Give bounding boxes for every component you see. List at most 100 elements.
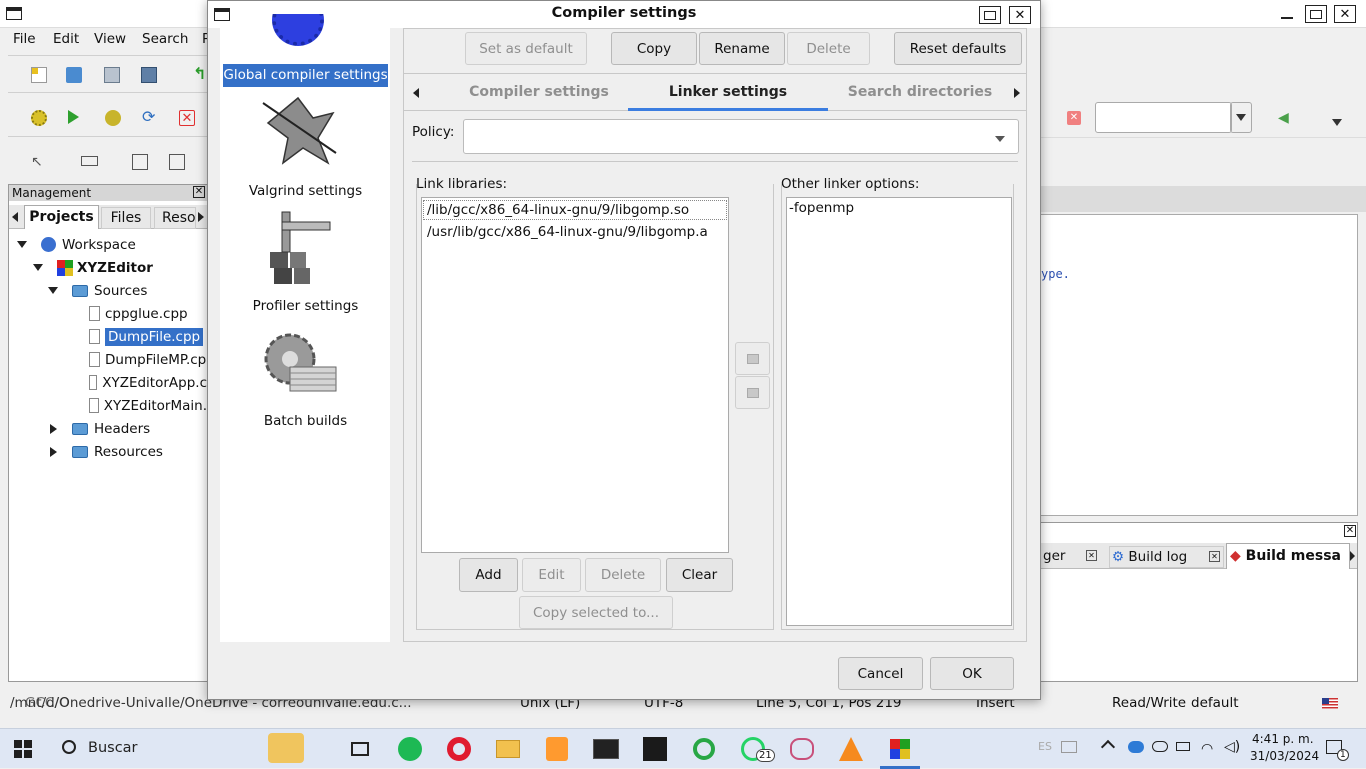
battery-icon[interactable] <box>1176 742 1190 751</box>
clock-time[interactable]: 4:41 p. m. <box>1252 732 1314 746</box>
build-gear-icon[interactable] <box>31 110 47 126</box>
whatsapp-icon[interactable]: 21 <box>737 733 775 765</box>
terminal-icon[interactable] <box>590 733 622 765</box>
tab-build-messages[interactable]: ◆ Build messa <box>1226 543 1350 569</box>
volume-icon[interactable]: ◁) <box>1224 739 1240 755</box>
menu-view[interactable]: View <box>94 31 126 47</box>
ok-button[interactable]: OK <box>930 657 1014 690</box>
minimize-icon[interactable] <box>1276 5 1298 23</box>
tree-sources[interactable]: Sources <box>48 280 147 301</box>
cloud-icon[interactable] <box>1152 741 1168 752</box>
tab-scroll-left-icon[interactable] <box>12 212 18 222</box>
cancel-button[interactable]: Cancel <box>838 657 923 690</box>
tab-linker-settings[interactable]: Linker settings <box>628 84 828 100</box>
tab-close-icon[interactable]: ✕ <box>1086 550 1097 561</box>
abort-icon[interactable]: ✕ <box>1067 111 1081 125</box>
logs-close-icon[interactable]: ✕ <box>1344 525 1356 537</box>
tree-headers[interactable]: Headers <box>50 418 150 439</box>
panel-close-icon[interactable]: ✕ <box>193 186 205 198</box>
sidebar-item-global-compiler[interactable]: Global compiler settings <box>223 64 388 87</box>
close-icon[interactable]: ✕ <box>1334 5 1356 23</box>
tree-file[interactable]: DumpFileMP.cp <box>89 349 207 370</box>
tab-build-log[interactable]: ⚙ Build log ✕ <box>1109 546 1224 568</box>
file-explorer-icon[interactable] <box>492 733 524 765</box>
tab-scroll-right-icon[interactable] <box>198 212 204 222</box>
tree-project[interactable]: XYZEditor <box>33 257 153 278</box>
tab-resources[interactable]: Reso <box>154 207 196 229</box>
copy-button[interactable]: Copy <box>611 32 697 65</box>
set-as-default-button[interactable]: Set as default <box>465 32 587 65</box>
tab-files[interactable]: Files <box>101 207 151 229</box>
vlc-icon[interactable] <box>835 733 867 765</box>
wifi-icon[interactable]: ◠ <box>1201 741 1213 757</box>
edit-library-button[interactable]: Edit <box>522 558 581 592</box>
more-dropdown-icon[interactable] <box>1332 115 1342 130</box>
open-icon[interactable] <box>66 67 82 83</box>
abort-icon[interactable]: ✕ <box>179 110 195 126</box>
delete-button[interactable]: Delete <box>787 32 870 65</box>
new-file-icon[interactable] <box>31 67 47 83</box>
pointer-icon[interactable]: ↖ <box>31 154 47 170</box>
tab-scroll-left-icon[interactable] <box>413 88 419 98</box>
list-item[interactable]: /usr/lib/gcc/x86_64-linux-gnu/9/libgomp.… <box>423 223 727 243</box>
build-run-icon[interactable] <box>105 110 121 126</box>
list-item[interactable]: /lib/gcc/x86_64-linux-gnu/9/libgomp.so <box>423 200 727 220</box>
run-icon[interactable] <box>68 110 84 126</box>
reset-defaults-button[interactable]: Reset defaults <box>894 32 1022 65</box>
taskbar-search[interactable]: Buscar <box>48 729 306 769</box>
input-language[interactable]: ES <box>1038 740 1052 753</box>
menu-file[interactable]: File <box>13 31 36 47</box>
app-menu-icon[interactable] <box>6 7 22 20</box>
keyboard-icon[interactable] <box>1061 741 1077 753</box>
tab-compiler-settings[interactable]: Compiler settings <box>444 84 634 100</box>
tree-file[interactable]: cppglue.cpp <box>89 303 188 324</box>
tab-search-directories[interactable]: Search directories <box>830 84 1010 100</box>
dialog-maximize-icon[interactable] <box>979 6 1001 24</box>
show-hidden-icons-chevron-icon[interactable] <box>1100 739 1116 755</box>
codeblocks-icon[interactable] <box>884 733 916 765</box>
back-arrow-icon[interactable]: ◀ <box>1278 110 1289 126</box>
tree-workspace[interactable]: Workspace <box>17 234 136 255</box>
rename-button[interactable]: Rename <box>699 32 785 65</box>
other-linker-options-textarea[interactable]: -fopenmp <box>786 197 1012 626</box>
task-view-icon[interactable] <box>344 733 376 765</box>
tree-file[interactable]: XYZEditorApp.c <box>89 372 207 393</box>
collapse-icon[interactable] <box>48 287 58 294</box>
add-library-button[interactable]: Add <box>459 558 518 592</box>
rectangle-icon[interactable] <box>81 156 98 166</box>
sidebar-item-batch-builds[interactable]: Batch builds <box>223 410 388 432</box>
spotify-icon[interactable] <box>394 733 426 765</box>
opera-icon[interactable] <box>443 733 475 765</box>
menu-search[interactable]: Search <box>142 31 188 47</box>
expand-icon[interactable] <box>50 446 57 457</box>
editor-area[interactable]: ype. <box>1040 214 1358 516</box>
policy-select[interactable] <box>463 119 1019 154</box>
sidebar-item-profiler[interactable]: Profiler settings <box>223 295 388 317</box>
save-all-icon[interactable] <box>141 67 157 83</box>
target-dropdown-icon[interactable] <box>1230 102 1252 133</box>
tab-scroll-right-icon[interactable] <box>1014 88 1020 98</box>
save-icon[interactable] <box>104 67 120 83</box>
tab-projects[interactable]: Projects <box>24 205 99 229</box>
sync-icon[interactable] <box>688 733 720 765</box>
clock-date[interactable]: 31/03/2024 <box>1250 749 1319 763</box>
sublime-icon[interactable] <box>541 733 573 765</box>
dialog-close-icon[interactable]: ✕ <box>1009 6 1031 24</box>
tab-scroll-right-icon[interactable] <box>1350 551 1355 561</box>
expand-icon[interactable] <box>50 423 57 434</box>
sidebar-item-valgrind[interactable]: Valgrind settings <box>223 180 388 202</box>
move-down-button[interactable] <box>735 376 770 409</box>
collapse-icon[interactable] <box>17 241 27 248</box>
link-libraries-list[interactable]: /lib/gcc/x86_64-linux-gnu/9/libgomp.so /… <box>421 197 729 553</box>
target-combo[interactable] <box>1095 102 1232 133</box>
edit-box-icon[interactable] <box>169 154 185 170</box>
menu-edit[interactable]: Edit <box>53 31 79 47</box>
move-up-button[interactable] <box>735 342 770 375</box>
start-button[interactable] <box>14 740 32 758</box>
image-box-icon[interactable] <box>132 154 148 170</box>
onedrive-icon[interactable] <box>1128 741 1144 753</box>
vmd-icon[interactable] <box>639 733 671 765</box>
maximize-icon[interactable] <box>1305 5 1327 23</box>
tree-resources[interactable]: Resources <box>50 441 163 462</box>
molecule-icon[interactable] <box>786 733 818 765</box>
